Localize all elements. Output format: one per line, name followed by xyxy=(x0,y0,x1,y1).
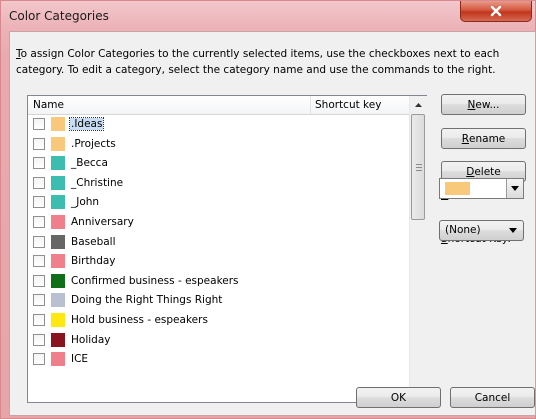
thumb-grip-line xyxy=(416,170,422,171)
category-row[interactable]: Anniversary xyxy=(28,213,409,233)
selected-color-swatch xyxy=(445,182,470,195)
category-color-swatch xyxy=(51,117,65,131)
category-row[interactable]: Doing the Right Things Right xyxy=(28,291,409,311)
category-row[interactable]: _Christine xyxy=(28,174,409,194)
category-row[interactable]: Confirmed business - espeakers xyxy=(28,272,409,292)
ok-button[interactable]: OK xyxy=(356,387,441,408)
category-checkbox[interactable] xyxy=(33,176,45,189)
category-rows: .Ideas .Projects _Becca _Christine _John Anni… xyxy=(28,115,409,370)
scroll-up-button[interactable] xyxy=(410,96,427,113)
category-name[interactable]: .Ideas xyxy=(68,117,105,131)
arrow-up-icon xyxy=(415,102,422,107)
category-row[interactable]: _John xyxy=(28,193,409,213)
chevron-down-icon xyxy=(511,186,519,191)
category-color-swatch xyxy=(51,254,65,269)
thumb-grip-line xyxy=(416,164,422,165)
category-row[interactable]: .Ideas xyxy=(28,115,409,135)
category-row[interactable]: Hold business - espeakers xyxy=(28,311,409,331)
category-color-swatch xyxy=(51,175,65,190)
shortcut-key-select[interactable]: (None) xyxy=(439,220,524,241)
ok-button-label: OK xyxy=(390,391,407,404)
color-dropdown-button[interactable] xyxy=(506,179,523,198)
category-checkbox[interactable] xyxy=(33,333,45,346)
close-button[interactable] xyxy=(460,1,532,22)
category-color-swatch xyxy=(51,156,65,171)
category-color-swatch xyxy=(51,293,65,308)
category-name[interactable]: _Becca xyxy=(71,157,108,169)
category-checkbox[interactable] xyxy=(33,118,45,130)
category-color-swatch xyxy=(51,136,65,151)
category-name[interactable]: Anniversary xyxy=(71,216,134,228)
category-row[interactable]: Birthday xyxy=(28,252,409,272)
chevron-down-icon xyxy=(509,228,517,233)
category-color-swatch xyxy=(51,273,65,288)
category-color-swatch xyxy=(51,332,65,347)
scroll-thumb[interactable] xyxy=(411,114,425,220)
column-header-name[interactable]: Name xyxy=(33,99,64,111)
category-checkbox[interactable] xyxy=(33,196,45,209)
column-divider[interactable] xyxy=(310,96,311,114)
category-checkbox[interactable] xyxy=(33,353,45,366)
category-checkbox[interactable] xyxy=(33,274,45,287)
category-name[interactable]: _John xyxy=(71,196,99,208)
category-name[interactable]: Doing the Right Things Right xyxy=(71,294,222,306)
category-checkbox[interactable] xyxy=(33,294,45,307)
instructions-line1: o assign Color Categories to the current… xyxy=(20,48,500,60)
category-row[interactable]: Holiday xyxy=(28,331,409,351)
vertical-scrollbar[interactable] xyxy=(409,96,427,402)
instructions-line2: category. To edit a category, select the… xyxy=(16,64,496,76)
category-row[interactable]: _Becca xyxy=(28,154,409,174)
shortcut-key-value: (None) xyxy=(445,224,481,236)
new-button-accel: N xyxy=(467,98,476,111)
new-button-label: ew... xyxy=(475,98,500,111)
category-checkbox[interactable] xyxy=(33,255,45,268)
category-checkbox[interactable] xyxy=(33,157,45,170)
category-name[interactable]: Confirmed business - espeakers xyxy=(71,275,239,287)
category-row[interactable]: .Projects xyxy=(28,135,409,155)
category-color-swatch xyxy=(51,352,65,367)
category-row[interactable]: ICE xyxy=(28,350,409,370)
category-checkbox[interactable] xyxy=(33,215,45,228)
rename-button[interactable]: Rename xyxy=(441,128,526,149)
category-checkbox[interactable] xyxy=(33,313,45,326)
category-name[interactable]: Holiday xyxy=(71,334,110,346)
thumb-grip-line xyxy=(416,167,422,168)
category-name[interactable]: .Projects xyxy=(71,138,116,150)
category-checkbox[interactable] xyxy=(33,235,45,248)
delete-button-label: elete xyxy=(474,165,501,178)
cancel-button[interactable]: Cancel xyxy=(450,387,535,408)
instructions-text: To assign Color Categories to the curren… xyxy=(16,46,526,78)
category-name[interactable]: Birthday xyxy=(71,255,116,267)
new-button[interactable]: New... xyxy=(441,94,526,115)
category-name[interactable]: Baseball xyxy=(71,236,116,248)
category-color-swatch xyxy=(51,312,65,327)
color-categories-dialog: Color Categories To assign Color Categor… xyxy=(0,0,536,419)
category-row[interactable]: Baseball xyxy=(28,233,409,253)
category-list[interactable]: Name Shortcut key .Ideas .Projects _Becca _… xyxy=(27,95,427,403)
category-name[interactable]: Hold business - espeakers xyxy=(71,314,208,326)
color-picker[interactable] xyxy=(439,178,524,199)
cancel-button-label: Cancel xyxy=(474,391,511,404)
category-name[interactable]: _Christine xyxy=(71,177,123,189)
title-bar: Color Categories xyxy=(1,1,535,31)
rename-button-accel: R xyxy=(461,132,470,145)
rename-button-label: ename xyxy=(469,132,506,145)
close-icon xyxy=(490,5,502,17)
category-color-swatch xyxy=(51,214,65,229)
category-checkbox[interactable] xyxy=(33,137,45,150)
list-header: Name Shortcut key xyxy=(28,96,409,115)
dialog-title: Color Categories xyxy=(9,9,109,23)
category-color-swatch xyxy=(51,195,65,210)
delete-button-accel: D xyxy=(466,165,475,178)
column-header-shortcut[interactable]: Shortcut key xyxy=(315,99,381,111)
category-name[interactable]: ICE xyxy=(71,353,88,365)
category-color-swatch xyxy=(51,234,65,249)
